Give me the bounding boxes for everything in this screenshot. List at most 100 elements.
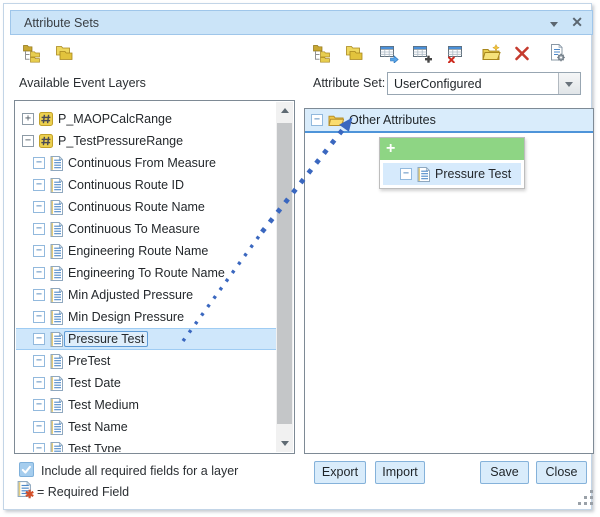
field-document-icon [50,398,63,413]
resize-grip[interactable] [578,490,596,508]
drag-ghost-label: Pressure Test [435,167,511,181]
collapse-box-icon[interactable]: − [33,443,45,452]
field-document-icon [50,310,63,325]
available-event-layers-label: Available Event Layers [19,76,146,90]
tree-field-row[interactable]: − Continuous Route ID [16,174,276,196]
tree-field-row[interactable]: − Continuous To Measure [16,218,276,240]
field-document-icon [50,354,63,369]
collapse-box-icon[interactable]: − [33,399,45,411]
attribute-set-label: Attribute Set: [313,76,385,90]
event-layers-tree: + P_MAOPCalcRange − P_TestPressureRange … [16,102,276,452]
collapse-box-icon: − [400,168,412,180]
collapse-box-icon[interactable]: − [311,114,323,126]
tree-field-row[interactable]: − Engineering To Route Name [16,262,276,284]
collapse-box-icon[interactable]: − [33,421,45,433]
tree-field-row[interactable]: − PreTest [16,350,276,372]
drop-add-indicator: + [380,138,524,160]
new-attribute-set-table-plus-icon[interactable] [412,43,432,63]
triangle-down-icon [281,441,289,446]
collapse-box-icon[interactable]: − [33,355,45,367]
collapse-box-icon[interactable]: − [33,157,45,169]
tree-field-row[interactable]: − Engineering Route Name [16,240,276,262]
field-document-icon [50,156,63,171]
attribute-set-dropdown-value: UserConfigured [394,77,482,91]
attribute-set-panel: − Other Attributes + − Pressure Test [304,108,594,454]
tree-field-row[interactable]: − Test Date [16,372,276,394]
chevron-down-icon [565,82,573,87]
scrollbar-thumb[interactable] [277,123,292,424]
tree-field-row-selected[interactable]: − Pressure Test [16,328,276,350]
required-asterisk-icon: ✱ [25,488,34,501]
dialog-title: Attribute Sets [24,16,99,30]
collapse-all-folders-icon[interactable] [54,43,74,63]
scroll-down-button[interactable] [276,435,293,452]
collapse-box-icon[interactable]: − [33,311,45,323]
collapse-all-folders-icon[interactable] [344,43,364,63]
tree-layer-label: P_MAOPCalcRange [58,112,172,126]
expand-box-icon[interactable]: + [22,113,34,125]
collapse-box-icon[interactable]: − [33,377,45,389]
import-button[interactable]: Import [375,461,425,484]
event-layer-icon [39,134,53,148]
field-document-icon [50,178,63,193]
tree-field-label: PreTest [68,354,110,368]
collapse-box-icon[interactable]: − [33,201,45,213]
close-dialog-icon[interactable]: ✕ [571,14,583,31]
delete-attribute-set-table-x-icon[interactable] [447,43,467,63]
other-attributes-row[interactable]: − Other Attributes [305,109,593,133]
save-button[interactable]: Save [480,461,529,484]
field-document-icon [50,442,63,453]
tree-field-row[interactable]: − Test Medium [16,394,276,416]
event-layer-icon [39,112,53,126]
remove-item-x-icon[interactable] [512,43,532,63]
collapse-box-icon[interactable]: − [33,333,45,345]
tree-layer-row[interactable]: − P_TestPressureRange [16,130,276,152]
available-event-layers-panel: + P_MAOPCalcRange − P_TestPressureRange … [14,100,295,454]
drag-ghost-item: − Pressure Test [383,163,521,185]
expand-all-tree-icon[interactable] [312,43,332,63]
collapse-box-icon[interactable]: − [33,223,45,235]
tree-layer-label: P_TestPressureRange [58,134,183,148]
tree-field-label: Continuous From Measure [68,156,216,170]
scroll-up-button[interactable] [276,102,293,119]
field-document-icon [50,222,63,237]
dialog-titlebar: Attribute Sets ✕ [10,10,593,35]
tree-field-label: Engineering To Route Name [68,266,225,280]
include-required-fields-checkbox[interactable] [19,462,34,477]
collapse-box-icon[interactable]: − [33,179,45,191]
collapse-box-icon[interactable]: − [22,135,34,147]
add-layer-to-set-table-arrow-icon[interactable] [379,43,399,63]
triangle-up-icon [281,108,289,113]
attribute-sets-dialog: Attribute Sets ✕ [3,3,592,510]
export-button[interactable]: Export [314,461,366,484]
configure-document-gear-icon[interactable] [547,43,567,63]
tree-field-row[interactable]: − Min Design Pressure [16,306,276,328]
tree-field-row[interactable]: − Test Type [16,438,276,452]
tree-field-label: Engineering Route Name [68,244,208,258]
required-field-legend: = Required Field [37,485,129,499]
tree-field-label: Test Name [68,420,128,434]
tree-field-row[interactable]: − Continuous From Measure [16,152,276,174]
plus-icon: + [386,140,395,158]
tree-field-label: Test Date [68,376,121,390]
collapse-dialog-chevron-icon[interactable] [550,22,558,27]
attribute-set-dropdown[interactable]: UserConfigured [387,72,581,95]
tree-field-row[interactable]: − Min Adjusted Pressure [16,284,276,306]
tree-field-row[interactable]: − Continuous Route Name [16,196,276,218]
collapse-box-icon[interactable]: − [33,267,45,279]
collapse-box-icon[interactable]: − [33,245,45,257]
close-button[interactable]: Close [536,461,587,484]
tree-layer-row[interactable]: + P_MAOPCalcRange [16,108,276,130]
dropdown-open-button[interactable] [558,73,580,94]
open-folder-icon [328,114,344,127]
field-document-icon [50,332,63,347]
field-document-icon [50,288,63,303]
tree-field-row[interactable]: − Test Name [16,416,276,438]
collapse-box-icon[interactable]: − [33,289,45,301]
tree-field-label: Continuous Route Name [68,200,205,214]
tree-field-label: Test Type [68,442,121,452]
new-folder-icon[interactable] [481,43,501,63]
include-required-fields-label: Include all required fields for a layer [41,464,238,478]
checkmark-icon [20,463,33,476]
expand-all-tree-icon[interactable] [22,43,42,63]
